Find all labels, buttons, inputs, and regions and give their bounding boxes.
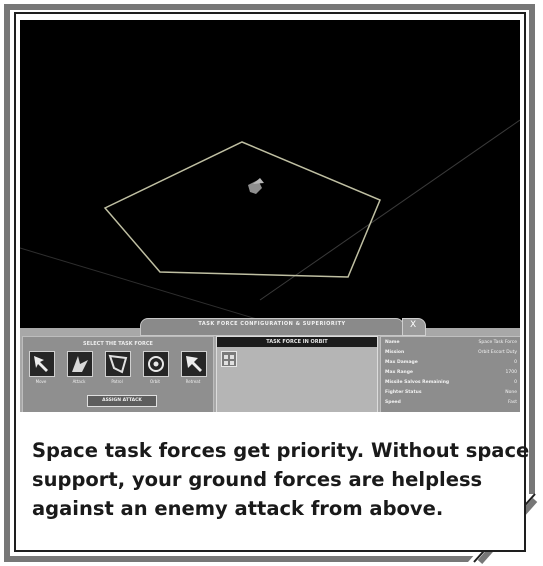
attack-command-button[interactable] bbox=[67, 351, 93, 377]
patrol-command-button[interactable] bbox=[105, 351, 131, 377]
stat-row: Missile Salvos Remaining 0 bbox=[385, 380, 517, 388]
stat-key: Speed bbox=[385, 400, 401, 405]
attack-command-label: Attack bbox=[72, 379, 86, 384]
move-command-label: Move bbox=[35, 379, 47, 384]
stat-row: Fighter Status None bbox=[385, 390, 517, 398]
stat-key: Missile Salvos Remaining bbox=[385, 380, 450, 385]
stat-value: Orbit Escort Duty bbox=[478, 350, 517, 355]
task-force-stats: Name Space Task Force Mission Orbit Esco… bbox=[380, 336, 520, 412]
stat-row: Name Space Task Force bbox=[385, 340, 517, 348]
caption-line-3: against an enemy attack from above. bbox=[32, 497, 444, 520]
retreat-command-button[interactable] bbox=[181, 351, 207, 377]
caption: Space task forces get priority. Without … bbox=[32, 436, 530, 523]
orbit-command-button[interactable] bbox=[143, 351, 169, 377]
caption-line-2: support, your ground forces are helpless bbox=[32, 468, 483, 491]
space-ship-icon[interactable] bbox=[248, 178, 264, 194]
retreat-icon bbox=[186, 356, 202, 372]
close-icon: X bbox=[410, 320, 417, 330]
patrol-icon bbox=[108, 354, 128, 374]
stat-key: Max Range bbox=[385, 370, 413, 375]
frame-right-edge bbox=[529, 4, 535, 494]
stat-key: Fighter Status bbox=[385, 390, 422, 395]
unit-grid-icon bbox=[224, 355, 234, 365]
stat-row: Speed Fast bbox=[385, 400, 517, 408]
retreat-command-label: Retreat bbox=[185, 379, 201, 384]
attack-icon bbox=[72, 356, 88, 372]
stat-key: Name bbox=[385, 340, 400, 345]
command-panel: SELECT THE TASK FORCE Move Attack Patrol… bbox=[22, 336, 214, 412]
stat-value: None bbox=[505, 390, 517, 395]
command-panel-title: SELECT THE TASK FORCE bbox=[83, 341, 153, 347]
caption-line-1: Space task forces get priority. Without … bbox=[32, 439, 530, 462]
move-icon bbox=[34, 356, 48, 372]
orbit-command-label: Orbit bbox=[149, 379, 160, 384]
assign-attack-button[interactable]: ASSIGN ATTACK bbox=[87, 395, 157, 407]
units-panel-title-bar: TASK FORCE IN ORBIT bbox=[217, 337, 377, 347]
units-panel-title: TASK FORCE IN ORBIT bbox=[266, 339, 328, 345]
hud-title-bar: TASK FORCE CONFIGURATION & SUPERIORITY bbox=[140, 318, 404, 336]
stat-key: Max Damage bbox=[385, 360, 418, 365]
orbit-zone-polygon bbox=[103, 141, 381, 278]
stat-value: Space Task Force bbox=[478, 340, 517, 345]
stat-value: 0 bbox=[514, 380, 517, 385]
unit-icon[interactable] bbox=[221, 351, 237, 367]
orbit-icon bbox=[148, 356, 164, 372]
stat-value: 1700 bbox=[505, 370, 517, 375]
stat-row: Mission Orbit Escort Duty bbox=[385, 350, 517, 358]
stat-row: Max Range 1700 bbox=[385, 370, 517, 378]
move-command-button[interactable] bbox=[29, 351, 55, 377]
stat-value: 0 bbox=[514, 360, 517, 365]
units-panel: TASK FORCE IN ORBIT bbox=[216, 336, 378, 412]
hud-title: TASK FORCE CONFIGURATION & SUPERIORITY bbox=[198, 321, 346, 327]
command-hud: TASK FORCE CONFIGURATION & SUPERIORITY X… bbox=[20, 318, 520, 412]
frame-bottom-edge bbox=[4, 556, 474, 562]
stat-value: Fast bbox=[507, 400, 517, 405]
stat-row: Max Damage 0 bbox=[385, 360, 517, 368]
patrol-command-label: Patrol bbox=[111, 379, 123, 384]
hud-close-button[interactable]: X bbox=[402, 318, 426, 336]
game-screenshot: TASK FORCE CONFIGURATION & SUPERIORITY X… bbox=[20, 20, 520, 412]
stat-key: Mission bbox=[385, 350, 405, 355]
